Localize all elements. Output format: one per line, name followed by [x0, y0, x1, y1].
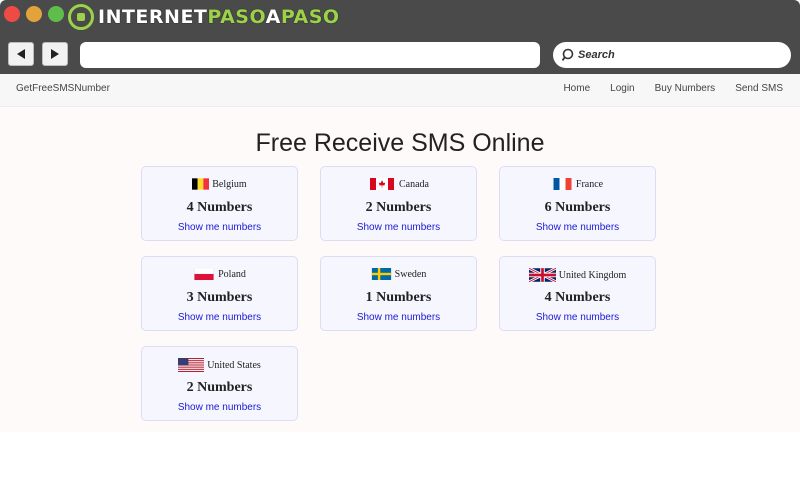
canada-flag-icon — [370, 178, 394, 190]
country-card-united-kingdom: United Kingdom 4 Numbers Show me numbers — [499, 256, 656, 331]
forward-button[interactable] — [42, 42, 68, 66]
show-numbers-link[interactable]: Show me numbers — [500, 222, 655, 233]
country-card-belgium: Belgium 4 Numbers Show me numbers — [141, 166, 298, 241]
site-brand[interactable]: GetFreeSMSNumber — [16, 83, 110, 94]
show-numbers-link[interactable]: Show me numbers — [142, 312, 297, 323]
country-name: Sweden — [394, 268, 427, 280]
us-flag-icon — [178, 358, 205, 372]
title-bar: INTERNETPASOAPASO — [0, 0, 800, 36]
browser-window: INTERNETPASOAPASO Search GetFreeSMSNumbe… — [0, 0, 800, 500]
number-count: 1 Numbers — [365, 290, 432, 305]
search-icon — [562, 48, 574, 61]
show-numbers-link[interactable]: Show me numbers — [500, 312, 655, 323]
nav-links: Home Login Buy Numbers Send SMS — [563, 83, 783, 94]
maximize-window-button[interactable] — [48, 6, 64, 22]
show-numbers-link[interactable]: Show me numbers — [321, 312, 476, 323]
back-button[interactable] — [8, 42, 34, 66]
back-arrow-icon — [17, 49, 25, 59]
show-numbers-link[interactable]: Show me numbers — [142, 222, 297, 233]
nav-link-login[interactable]: Login — [610, 83, 634, 94]
country-card-poland: Poland 3 Numbers Show me numbers — [141, 256, 298, 331]
belgium-flag-icon — [192, 178, 210, 190]
number-count: 3 Numbers — [186, 290, 253, 305]
uk-flag-icon — [528, 268, 556, 282]
country-card-sweden: Sweden 1 Numbers Show me numbers — [320, 256, 477, 331]
logo-icon — [68, 4, 94, 30]
close-window-button[interactable] — [4, 6, 20, 22]
number-count: 2 Numbers — [365, 200, 432, 215]
nav-link-home[interactable]: Home — [563, 83, 590, 94]
country-name: United States — [207, 359, 261, 371]
number-count: 6 Numbers — [544, 200, 611, 215]
country-name: France — [575, 178, 604, 190]
nav-link-buy-numbers[interactable]: Buy Numbers — [655, 83, 716, 94]
country-card-france: France 6 Numbers Show me numbers — [499, 166, 656, 241]
country-name: Poland — [218, 268, 246, 280]
country-card-united-states: United States 2 Numbers Show me numbers — [141, 346, 298, 421]
address-bar[interactable] — [80, 42, 540, 68]
search-placeholder: Search — [578, 49, 615, 61]
nav-link-send-sms[interactable]: Send SMS — [735, 83, 783, 94]
show-numbers-link[interactable]: Show me numbers — [142, 402, 297, 413]
show-numbers-link[interactable]: Show me numbers — [321, 222, 476, 233]
minimize-window-button[interactable] — [26, 6, 42, 22]
main-content: Free Receive SMS Online Belgium 4 Number… — [0, 107, 800, 432]
number-count: 2 Numbers — [186, 380, 253, 395]
number-count: 4 Numbers — [544, 290, 611, 305]
number-count: 4 Numbers — [186, 200, 253, 215]
country-name: Belgium — [212, 178, 247, 190]
search-box[interactable]: Search — [553, 42, 791, 68]
poland-flag-icon — [194, 268, 214, 280]
site-navbar: GetFreeSMSNumber Home Login Buy Numbers … — [0, 74, 800, 107]
country-card-canada: Canada 2 Numbers Show me numbers — [320, 166, 477, 241]
page-bottom — [0, 432, 800, 500]
window-controls — [4, 6, 64, 22]
logo-text: INTERNETPASOAPASO — [98, 6, 340, 28]
sweden-flag-icon — [371, 268, 391, 280]
country-name: United Kingdom — [558, 269, 627, 281]
browser-toolbar: Search — [0, 36, 800, 74]
france-flag-icon — [553, 178, 572, 190]
watermark-logo: INTERNETPASOAPASO — [68, 4, 340, 30]
country-name: Canada — [399, 178, 429, 190]
page-title: Free Receive SMS Online — [255, 129, 545, 157]
forward-arrow-icon — [51, 49, 59, 59]
